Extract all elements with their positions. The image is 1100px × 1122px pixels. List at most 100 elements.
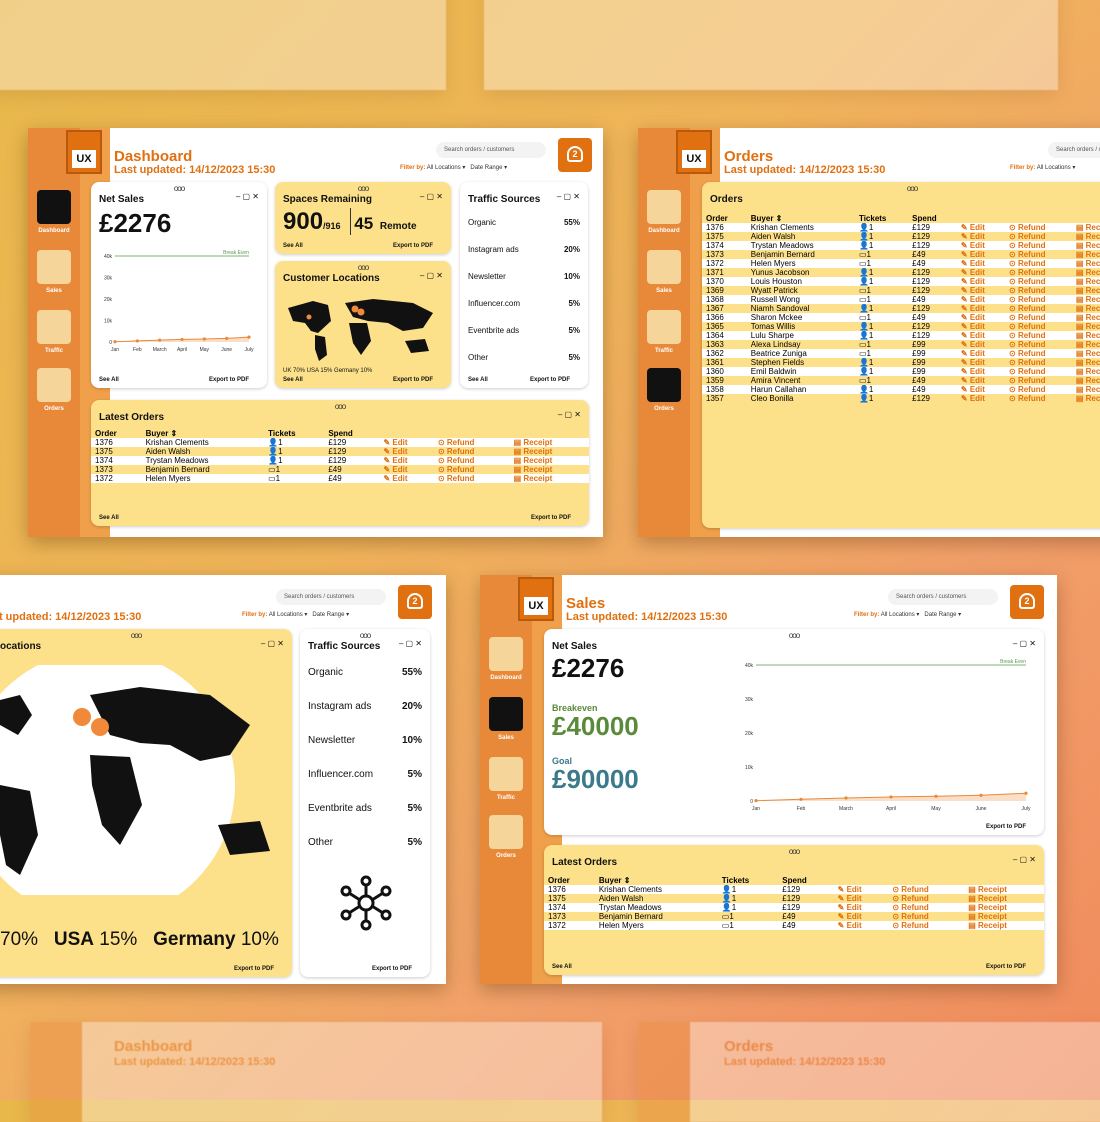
receipt-button[interactable]: ▤ Receipt	[1072, 385, 1100, 394]
card-controls[interactable]: – ▢ ✕	[420, 271, 443, 280]
refund-button[interactable]: ⊙ Refund	[1005, 250, 1072, 259]
table-row[interactable]: 1373 Benjamin Bernard ▭1 £49 ✎ Edit ⊙ Refund ▤…	[91, 465, 589, 474]
table-row[interactable]: 1367 Niamh Sandoval 👤1 £129 ✎ Edit ⊙ Refund ▤ …	[702, 304, 1100, 313]
edit-button[interactable]: ✎ Edit	[957, 232, 1005, 241]
refund-button[interactable]: ⊙ Refund	[888, 921, 964, 930]
receipt-button[interactable]: ▤ Receipt	[964, 894, 1044, 903]
nav-sales[interactable]	[489, 697, 523, 731]
refund-button[interactable]: ⊙ Refund	[1005, 232, 1072, 241]
drag-handle[interactable]: ooo	[335, 402, 346, 411]
card-controls[interactable]: – ▢ ✕	[420, 192, 443, 201]
table-row[interactable]: 1361 Stephen Fields 👤1 £99 ✎ Edit ⊙ Refund ▤ R…	[702, 358, 1100, 367]
nav-orders[interactable]	[489, 815, 523, 849]
table-row[interactable]: 1368 Russell Wong ▭1 £49 ✎ Edit ⊙ Refund ▤ Rec…	[702, 295, 1100, 304]
export-pdf-button[interactable]: Export to PDF	[531, 515, 571, 521]
refund-button[interactable]: ⊙ Refund	[888, 903, 964, 912]
nav-sales[interactable]	[647, 250, 681, 284]
table-row[interactable]: 1374 Trystan Meadows 👤1 £129 ✎ Edit ⊙ Refund ▤…	[91, 456, 589, 465]
receipt-button[interactable]: ▤ Receipt	[510, 456, 589, 465]
refund-button[interactable]: ⊙ Refund	[1005, 268, 1072, 277]
nav-orders[interactable]	[647, 368, 681, 402]
refund-button[interactable]: ⊙ Refund	[1005, 304, 1072, 313]
table-row[interactable]: 1366 Sharon Mckee ▭1 £49 ✎ Edit ⊙ Refund ▤ Rec…	[702, 313, 1100, 322]
receipt-button[interactable]: ▤ Receipt	[964, 912, 1044, 921]
see-all-link[interactable]: See All	[99, 515, 119, 521]
receipt-button[interactable]: ▤ Receipt	[1072, 286, 1100, 295]
edit-button[interactable]: ✎ Edit	[834, 894, 889, 903]
refund-button[interactable]: ⊙ Refund	[1005, 322, 1072, 331]
notification-button[interactable]: 2	[398, 585, 432, 619]
date-range-select[interactable]: Date Range	[924, 612, 956, 618]
drag-handle[interactable]: ooo	[907, 184, 918, 193]
table-row[interactable]: 1372 Helen Myers ▭1 £49 ✎ Edit⊙ Refund▤ Rece…	[702, 259, 1100, 268]
location-select[interactable]: All Locations	[269, 612, 303, 618]
filter-bar[interactable]: Filter by: All Locations ▾	[1010, 164, 1075, 171]
table-row[interactable]: 1360 Emil Baldwin 👤1 £99 ✎ Edit ⊙ Refund ▤ Rec…	[702, 367, 1100, 376]
drag-handle[interactable]: ooo	[358, 263, 369, 272]
edit-button[interactable]: ✎ Edit	[380, 456, 434, 465]
table-row[interactable]: 1375 Aiden Walsh 👤1 £129 ✎ Edit ⊙ Refund ▤ Rec…	[544, 894, 1044, 903]
edit-button[interactable]: ✎ Edit	[957, 376, 1005, 385]
notification-button[interactable]: 2	[1010, 585, 1044, 619]
nav-dashboard[interactable]	[489, 637, 523, 671]
search-input[interactable]: Search orders / customers	[436, 142, 546, 158]
refund-button[interactable]: ⊙ Refund	[434, 456, 510, 465]
refund-button[interactable]: ⊙ Refund	[1005, 223, 1072, 232]
edit-button[interactable]: ✎ Edit	[957, 295, 1005, 304]
notification-button[interactable]: 2	[558, 138, 592, 172]
nav-traffic[interactable]	[489, 757, 523, 791]
card-controls[interactable]: – ▢ ✕	[558, 410, 581, 419]
card-controls[interactable]: – ▢ ✕	[557, 192, 580, 201]
nav-dashboard[interactable]	[647, 190, 681, 224]
see-all-link[interactable]: See All	[99, 377, 119, 383]
edit-button[interactable]: ✎ Edit	[957, 313, 1005, 322]
card-controls[interactable]: – ▢ ✕	[236, 192, 259, 201]
refund-button[interactable]: ⊙ Refund	[1005, 241, 1072, 250]
refund-button[interactable]: ⊙ Refund	[434, 447, 510, 456]
edit-button[interactable]: ✎ Edit	[957, 223, 1005, 232]
refund-button[interactable]: ⊙ Refund	[1005, 394, 1072, 403]
receipt-button[interactable]: ▤ Receipt	[1072, 313, 1100, 322]
drag-handle[interactable]: ooo	[360, 631, 371, 640]
drag-handle[interactable]: ooo	[789, 847, 800, 856]
refund-button[interactable]: ⊙ Refund	[888, 885, 964, 894]
receipt-button[interactable]: ▤ Receipt	[510, 438, 589, 447]
location-select[interactable]: All Locations	[881, 612, 915, 618]
refund-button[interactable]: ⊙ Refund	[1005, 349, 1072, 358]
table-row[interactable]: 1365 Tomas Willis 👤1 £129 ✎ Edit ⊙ Refund ▤ Re…	[702, 322, 1100, 331]
receipt-button[interactable]: ▤ Receipt	[510, 465, 589, 474]
drag-handle[interactable]: ooo	[174, 184, 185, 193]
export-pdf-button[interactable]: Export to PDF	[393, 377, 433, 383]
export-pdf-button[interactable]: Export to PDF	[234, 966, 274, 972]
table-row[interactable]: 1375 Aiden Walsh 👤1 £129 ✎ Edit ⊙ Refund ▤ Rec…	[91, 447, 589, 456]
receipt-button[interactable]: ▤ Receipt	[1072, 322, 1100, 331]
receipt-button[interactable]: ▤ Receipt	[1072, 250, 1100, 259]
receipt-button[interactable]: ▤ Receipt	[964, 885, 1044, 894]
table-row[interactable]: 1376 Krishan Clements 👤1 £129 ✎ Edit ⊙ Refund…	[544, 885, 1044, 894]
table-row[interactable]: 1363 Alexa Lindsay ▭1 £99 ✎ Edit ⊙ Refund ▤ Re…	[702, 340, 1100, 349]
table-row[interactable]: 1362 Beatrice Zuniga ▭1 £99 ✎ Edit ⊙ Refund ▤ …	[702, 349, 1100, 358]
filter-bar[interactable]: Filter by: All Locations ▾ Date Range ▾	[854, 611, 961, 618]
refund-button[interactable]: ⊙ Refund	[1005, 277, 1072, 286]
edit-button[interactable]: ✎ Edit	[380, 438, 434, 447]
date-range-select[interactable]: Date Range	[470, 165, 502, 171]
edit-button[interactable]: ✎ Edit	[957, 250, 1005, 259]
receipt-button[interactable]: ▤ Receipt	[1072, 232, 1100, 241]
export-pdf-button[interactable]: Export to PDF	[986, 824, 1026, 830]
see-all-link[interactable]: See All	[552, 964, 572, 970]
receipt-button[interactable]: ▤ Receipt	[1072, 277, 1100, 286]
edit-button[interactable]: ✎ Edit	[957, 358, 1005, 367]
refund-button[interactable]: ⊙ Refund	[1005, 367, 1072, 376]
refund-button[interactable]: ⊙ Refund	[888, 894, 964, 903]
drag-handle[interactable]: ooo	[789, 631, 800, 640]
nav-sales[interactable]	[37, 250, 71, 284]
table-row[interactable]: 1372 Helen Myers ▭1 £49 ✎ Edit⊙ Refund▤ Rece…	[91, 474, 589, 483]
see-all-link[interactable]: See All	[283, 377, 303, 383]
receipt-button[interactable]: ▤ Receipt	[1072, 331, 1100, 340]
edit-button[interactable]: ✎ Edit	[834, 912, 889, 921]
receipt-button[interactable]: ▤ Receipt	[1072, 304, 1100, 313]
table-row[interactable]: 1373 Benjamin Bernard ▭1 £49 ✎ Edit ⊙ Refund ▤…	[544, 912, 1044, 921]
table-row[interactable]: 1375 Aiden Walsh 👤1 £129 ✎ Edit ⊙ Refund ▤ Rec…	[702, 232, 1100, 241]
receipt-button[interactable]: ▤ Receipt	[1072, 223, 1100, 232]
refund-button[interactable]: ⊙ Refund	[434, 438, 510, 447]
